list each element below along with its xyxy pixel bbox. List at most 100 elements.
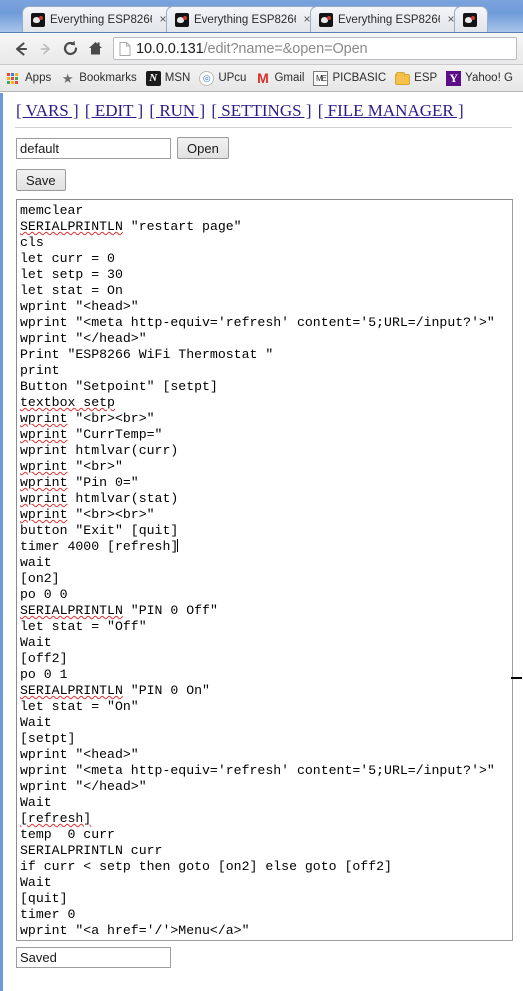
status-row xyxy=(16,947,523,968)
page-nav-links: [ VARS ] [ EDIT ] [ RUN ] [ SETTINGS ] [… xyxy=(16,101,523,121)
code-line: let curr = 0 xyxy=(20,251,115,266)
nav-link[interactable]: [ FILE MANAGER ] xyxy=(318,101,464,120)
nav-link[interactable]: [ EDIT ] xyxy=(85,101,143,120)
url-text: 10.0.0.131/edit?name=&open=Open xyxy=(136,41,368,57)
browser-tab[interactable]: Everything ESP8266 - × xyxy=(22,6,174,32)
bookmark-item[interactable]: Y Yahoo! G xyxy=(446,70,513,86)
text-caret xyxy=(177,539,179,552)
forward-arrow-icon[interactable] xyxy=(33,36,58,61)
nav-link[interactable]: [ SETTINGS ] xyxy=(211,101,311,120)
code-line: po 0 1 xyxy=(20,667,68,682)
home-icon[interactable] xyxy=(83,36,108,61)
spellcheck-underline: [refresh] xyxy=(20,811,92,826)
spellcheck-underline: SERIALPRINTLN xyxy=(20,603,123,618)
bookmark-label: MSN xyxy=(164,72,191,84)
save-row: Save xyxy=(16,169,523,191)
tab-title: Everything ESP8266 - xyxy=(194,13,296,26)
file-open-row: Open xyxy=(16,137,523,159)
code-line: Print "ESP8266 WiFi Thermostat " xyxy=(20,347,274,362)
bookmark-item[interactable]: N MSN xyxy=(145,70,191,86)
gmail-icon: M xyxy=(257,69,269,86)
code-line: SERIALPRINTLN "PIN 0 Off" xyxy=(20,603,218,618)
code-line: let stat = "Off" xyxy=(20,619,147,634)
code-line: let stat = "On" xyxy=(20,699,139,714)
code-line: temp 0 curr xyxy=(20,827,115,842)
code-line: let setp = 30 xyxy=(20,267,123,282)
code-line: wprint "<br><br>" xyxy=(20,411,155,426)
browser-tab[interactable]: Everything ESP8266 - × xyxy=(166,6,318,32)
code-line: cls xyxy=(20,235,44,250)
bookmark-item[interactable]: ◎ UPcu xyxy=(199,70,246,86)
spellcheck-underline: textbox setp xyxy=(20,395,115,410)
browser-titlebar: Everything ESP8266 - × Everything ESP8266 … xyxy=(0,0,523,33)
browser-tab[interactable] xyxy=(454,6,488,32)
code-line: wprint "<meta http-equiv='refresh' conte… xyxy=(20,315,495,330)
code-line: wprint "</head>" xyxy=(20,331,147,346)
code-line: Wait xyxy=(20,795,52,810)
bookmark-item[interactable]: M Gmail xyxy=(255,69,304,86)
spellcheck-underline: wprint xyxy=(20,491,68,506)
code-line: wprint "<br>" xyxy=(20,459,123,474)
filename-input[interactable] xyxy=(16,137,171,159)
bookmark-item[interactable]: Apps xyxy=(6,70,52,86)
stray-dash-artifact xyxy=(511,677,522,679)
url-path: /edit?name=&open=Open xyxy=(203,40,368,57)
back-arrow-icon[interactable] xyxy=(8,36,33,61)
esp8266-favicon xyxy=(319,12,333,27)
code-line: wprint "Pin 0=" xyxy=(20,475,139,490)
bookmark-label: PICBASIC xyxy=(332,72,387,84)
browser-tab[interactable]: Everything ESP8266 - × xyxy=(310,6,462,32)
code-line: po 0 0 xyxy=(20,587,68,602)
code-line: Wait xyxy=(20,635,52,650)
code-line: [quit] xyxy=(20,891,68,906)
yahoo-icon: Y xyxy=(446,70,462,86)
code-line: wprint "<head>" xyxy=(20,299,139,314)
browser-window: Everything ESP8266 - × Everything ESP8266 … xyxy=(0,0,523,991)
page-viewport: [ VARS ] [ EDIT ] [ RUN ] [ SETTINGS ] [… xyxy=(0,93,523,991)
bookmark-label: Apps xyxy=(25,72,52,84)
code-editor-textarea[interactable]: memclear SERIALPRINTLN "restart page" cls l… xyxy=(16,199,513,941)
spellcheck-underline: wprint xyxy=(20,411,68,426)
bookmark-label: Bookmarks xyxy=(79,72,137,84)
code-line: print xyxy=(20,363,60,378)
address-bar[interactable]: 10.0.0.131/edit?name=&open=Open xyxy=(113,37,517,60)
save-button[interactable]: Save xyxy=(16,169,66,191)
upcu-icon: ◎ xyxy=(199,70,215,86)
code-line: end xyxy=(20,939,512,940)
bookmark-item[interactable]: ★ Bookmarks xyxy=(60,71,137,86)
code-line: Wait xyxy=(20,875,52,890)
code-line: if curr < setp then goto [on2] else goto… xyxy=(20,859,392,874)
nav-link[interactable]: [ VARS ] xyxy=(16,101,79,120)
msn-icon: N xyxy=(145,70,161,86)
page-document-icon xyxy=(119,41,131,56)
spellcheck-underline: wprint xyxy=(20,475,68,490)
code-line: let stat = On xyxy=(20,283,123,298)
code-line: SERIALPRINTLN curr xyxy=(20,843,163,858)
code-line: [off2] xyxy=(20,651,68,666)
picbasic-icon: ME xyxy=(313,70,329,86)
esp-basic-editor-page: [ VARS ] [ EDIT ] [ RUN ] [ SETTINGS ] [… xyxy=(3,93,523,968)
code-line: [refresh] xyxy=(20,811,512,827)
code-line: timer 0 xyxy=(20,907,76,922)
code-line: memclear xyxy=(20,203,84,218)
apps-grid-icon xyxy=(6,70,21,86)
code-line: wprint "<a href='/'>Menu</a>" xyxy=(20,923,250,938)
folder-icon xyxy=(395,71,411,85)
star-icon: ★ xyxy=(61,70,74,86)
code-line: Button "Setpoint" [setpt] xyxy=(20,379,218,394)
bookmark-label: ESP xyxy=(414,72,438,84)
open-button[interactable]: Open xyxy=(177,137,229,159)
status-input[interactable] xyxy=(16,947,171,968)
spellcheck-underline: SERIALPRINTLN xyxy=(20,683,123,698)
code-line: Wait xyxy=(20,715,52,730)
esp8266-favicon xyxy=(31,12,45,27)
spellcheck-underline: wprint xyxy=(20,507,68,522)
bookmark-label: Yahoo! G xyxy=(465,72,513,84)
tab-strip: Everything ESP8266 - × Everything ESP8266 … xyxy=(0,0,523,32)
bookmark-item[interactable]: ME PICBASIC xyxy=(313,70,387,86)
reload-icon[interactable] xyxy=(58,36,83,61)
code-line: wprint htmlvar(curr) xyxy=(20,443,179,458)
browser-toolbar: 10.0.0.131/edit?name=&open=Open xyxy=(0,33,523,65)
bookmark-item[interactable]: ESP xyxy=(395,71,438,85)
nav-link[interactable]: [ RUN ] xyxy=(149,101,205,120)
